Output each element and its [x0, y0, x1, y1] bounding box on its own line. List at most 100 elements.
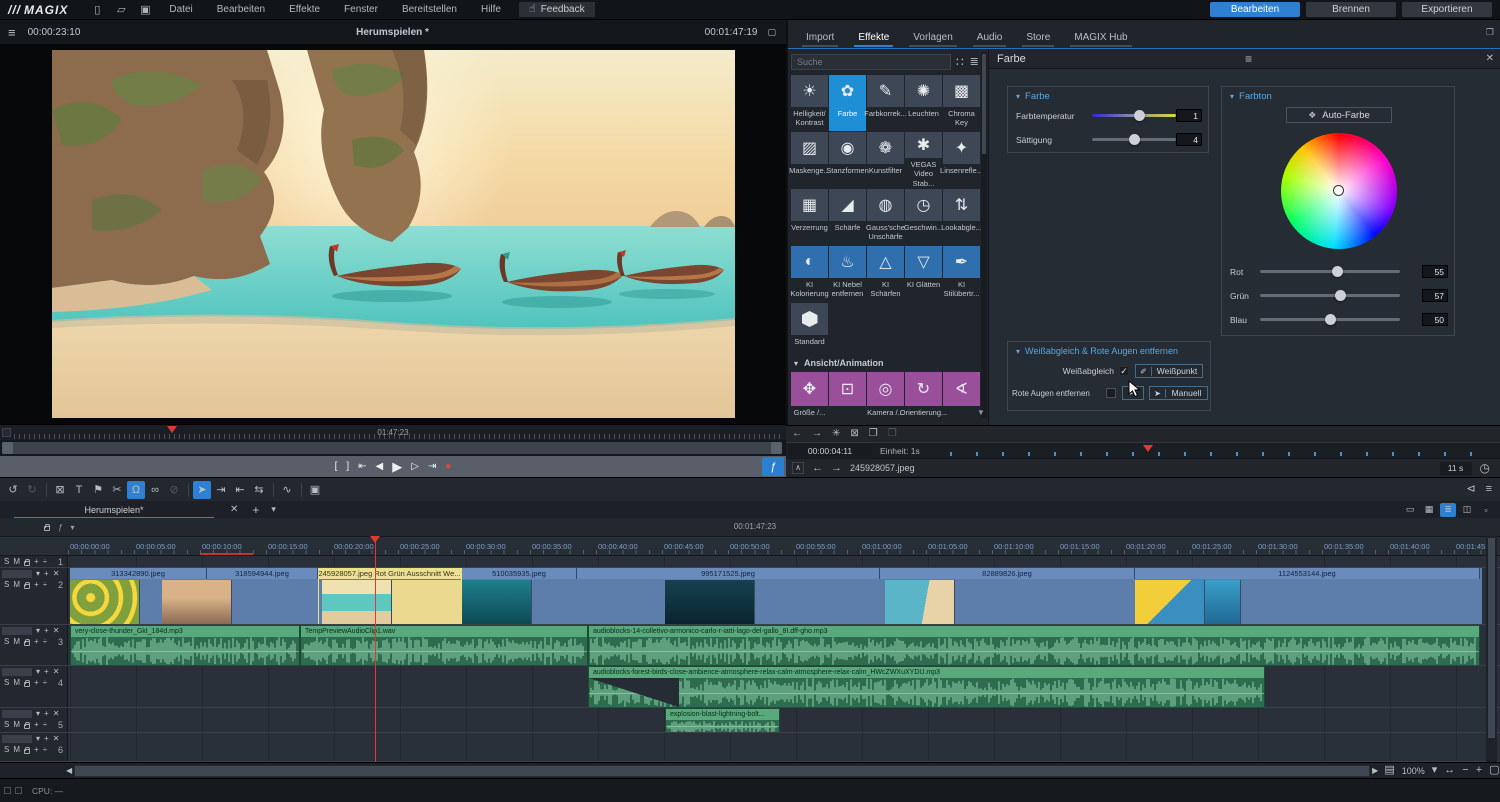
range-grip-right[interactable]: [771, 442, 782, 454]
open-project-icon[interactable]: ▱: [113, 3, 129, 16]
slider-track-rot[interactable]: [1260, 270, 1400, 273]
zoom-dropdown-icon[interactable]: ▾: [1432, 765, 1438, 776]
menu-item-bearbeiten[interactable]: Bearbeiten: [205, 1, 277, 18]
paste-keyframe-icon[interactable]: ❐: [888, 429, 897, 439]
preview-maximize-icon[interactable]: ▢: [767, 28, 776, 37]
tab-effekte[interactable]: Effekte: [848, 28, 899, 48]
preview-range-bar[interactable]: [0, 440, 786, 456]
pointer-mode-icon[interactable]: ➤: [193, 481, 211, 499]
color-wheel-selector[interactable]: [1334, 186, 1343, 195]
prev-keyframe-icon[interactable]: ←: [792, 429, 802, 439]
group-weissabgleich-title[interactable]: ▾Weißabgleich & Rote Augen entfernen: [1016, 346, 1218, 356]
menu-item-effekte[interactable]: Effekte: [277, 1, 332, 18]
rote-augen-checkbox[interactable]: [1106, 388, 1116, 398]
track-header-2[interactable]: ▾+✕SM+÷2: [0, 568, 68, 624]
track-2-content[interactable]: 313342890.jpeg318594944.jpeg245928057.jp…: [68, 568, 1500, 624]
tab-vorlagen[interactable]: Vorlagen: [903, 28, 962, 48]
track-lock-icon[interactable]: [24, 724, 30, 729]
mode-button-brennen[interactable]: Brennen: [1306, 2, 1396, 17]
track-close-icon[interactable]: ✕: [53, 668, 60, 676]
timeline-ruler[interactable]: 00:00:00:0000:00:05:0000:00:10:0000:00:1…: [0, 536, 1500, 556]
video-clip-1124553144-jpeg[interactable]: 1124553144.jpeg: [1135, 568, 1480, 579]
slider-handle-gr-n[interactable]: [1335, 290, 1346, 301]
track-lock-icon[interactable]: [24, 561, 30, 566]
marker-icon[interactable]: ⚑: [89, 481, 107, 499]
track-5-content[interactable]: explosion-blast-lightning-bolt...: [68, 708, 1500, 732]
storyboard-mode-icon[interactable]: ▭: [1402, 503, 1418, 517]
effect-tile-ki-sch-rfen[interactable]: △KI Schärfen: [867, 246, 904, 302]
effect-tile-orientierung[interactable]: ↻Orientierung...: [905, 372, 942, 418]
effect-tile-helligkeit-kontrast[interactable]: ☀Helligkeit/ Kontrast: [791, 75, 828, 131]
group-farbe-title[interactable]: ▾Farbe: [1016, 91, 1216, 102]
auto-keyframe-icon[interactable]: ✳: [832, 429, 840, 439]
sort-view-icon[interactable]: ≣: [970, 57, 979, 68]
track-close-icon[interactable]: ✕: [53, 627, 60, 635]
effect-tile-linsenrefle[interactable]: ✦Linsenrefle...: [943, 132, 980, 188]
unlink-icon[interactable]: ⊘: [165, 481, 183, 499]
hscrollbar-thumb[interactable]: [75, 766, 1369, 776]
track-header-3[interactable]: ▾+✕SM+÷3: [0, 625, 68, 665]
next-keyframe-icon[interactable]: →: [812, 429, 822, 439]
track-lock-icon[interactable]: [24, 682, 30, 687]
manuell-button[interactable]: ➤ Manuell: [1149, 386, 1208, 400]
fullscreen-icon[interactable]: ▢: [1489, 765, 1499, 776]
effect-tile-kamera[interactable]: ◎Kamera /...: [867, 372, 904, 418]
slider-handle-s-ttigung[interactable]: [1129, 134, 1140, 145]
curve-mode-icon[interactable]: ∿: [278, 481, 296, 499]
effect-tile-stanzformen[interactable]: ◉Stanzformen: [829, 132, 866, 188]
undo-icon[interactable]: ↺: [4, 481, 22, 499]
timeline-vscrollbar[interactable]: [1486, 536, 1497, 762]
slider-track-farbtemperatur[interactable]: [1092, 114, 1176, 117]
track-header-6[interactable]: ▾+✕SM+÷6: [0, 733, 68, 761]
delete-icon[interactable]: ⊠: [51, 481, 69, 499]
audio-clip-audioblocks-forest-birds[interactable]: audioblocks-forest-birds-close-ambience-…: [588, 666, 1265, 707]
new-project-icon[interactable]: ▯: [89, 3, 105, 16]
track-4-content[interactable]: audioblocks-forest-birds-close-ambience-…: [68, 666, 1500, 707]
track-mute-button[interactable]: M: [13, 746, 20, 754]
track-solo-button[interactable]: S: [4, 721, 9, 729]
multicam-mode-icon[interactable]: ◫: [1459, 503, 1475, 517]
play-button[interactable]: ▶: [392, 460, 402, 473]
add-project-icon[interactable]: +: [252, 504, 259, 516]
group-farbton-title[interactable]: ▾Farbton: [1230, 91, 1462, 102]
track-plus-icon[interactable]: +: [34, 581, 39, 589]
track-shrink-icon[interactable]: ÷: [43, 558, 47, 566]
parent-object-icon[interactable]: ∧: [792, 462, 804, 474]
range-mode-icon[interactable]: ▣: [306, 481, 324, 499]
clock-icon[interactable]: ◷: [1480, 462, 1490, 474]
chevron-down-icon[interactable]: ▼: [977, 408, 985, 417]
save-project-icon[interactable]: ▣: [137, 3, 153, 16]
track-solo-button[interactable]: S: [4, 746, 9, 754]
track-shrink-icon[interactable]: ÷: [43, 746, 47, 754]
feedback-button[interactable]: ☝Feedback: [519, 2, 595, 17]
effect-tile-chroma-key[interactable]: ▩Chroma Key: [943, 75, 980, 131]
weissabgleich-checkbox[interactable]: ✓: [1119, 366, 1129, 376]
detach-icon[interactable]: ▫: [1478, 503, 1494, 517]
snap-icon[interactable]: Ω: [127, 481, 145, 499]
hscrollbar-track[interactable]: [74, 765, 1370, 777]
slider-handle-farbtemperatur[interactable]: [1134, 110, 1145, 121]
effect-tile-vegas-video-stab[interactable]: ✱VEGAS Video Stab...: [905, 132, 942, 188]
effect-tile-sch-rfe[interactable]: ◢Schärfe: [829, 189, 866, 245]
slider-track-gr-n[interactable]: [1260, 294, 1400, 297]
video-clip-313342890-jpeg[interactable]: 313342890.jpeg: [70, 568, 207, 579]
menu-item-datei[interactable]: Datei: [157, 1, 204, 18]
track-lock-icon[interactable]: [24, 749, 30, 754]
track-add-icon[interactable]: +: [44, 668, 49, 676]
preview-menu-icon[interactable]: ≡: [8, 26, 16, 39]
section-ansicht-animation[interactable]: ▾Ansicht/Animation: [794, 358, 884, 368]
jump-start-button[interactable]: ⇤: [358, 462, 366, 472]
track-plus-icon[interactable]: +: [34, 746, 39, 754]
slider-value-s-ttigung[interactable]: 4: [1176, 133, 1202, 146]
panel-close-icon[interactable]: ✕: [1486, 54, 1494, 64]
track-mute-button[interactable]: M: [13, 558, 20, 566]
track-dropdown-icon[interactable]: ▾: [36, 627, 40, 635]
video-preview[interactable]: [0, 44, 786, 424]
track-6-content[interactable]: [68, 733, 1500, 761]
track-header-5[interactable]: ▾+✕SM+÷5: [0, 708, 68, 732]
tab-import[interactable]: Import: [796, 28, 844, 48]
track-solo-button[interactable]: S: [4, 638, 9, 646]
video-clip-245928057-jpeg[interactable]: 245928057.jpeg Rot Grün Ausschnitt We...: [318, 568, 462, 579]
slider-value-farbtemperatur[interactable]: 1: [1176, 109, 1202, 122]
mixer-icon[interactable]: ≡: [1486, 484, 1492, 495]
